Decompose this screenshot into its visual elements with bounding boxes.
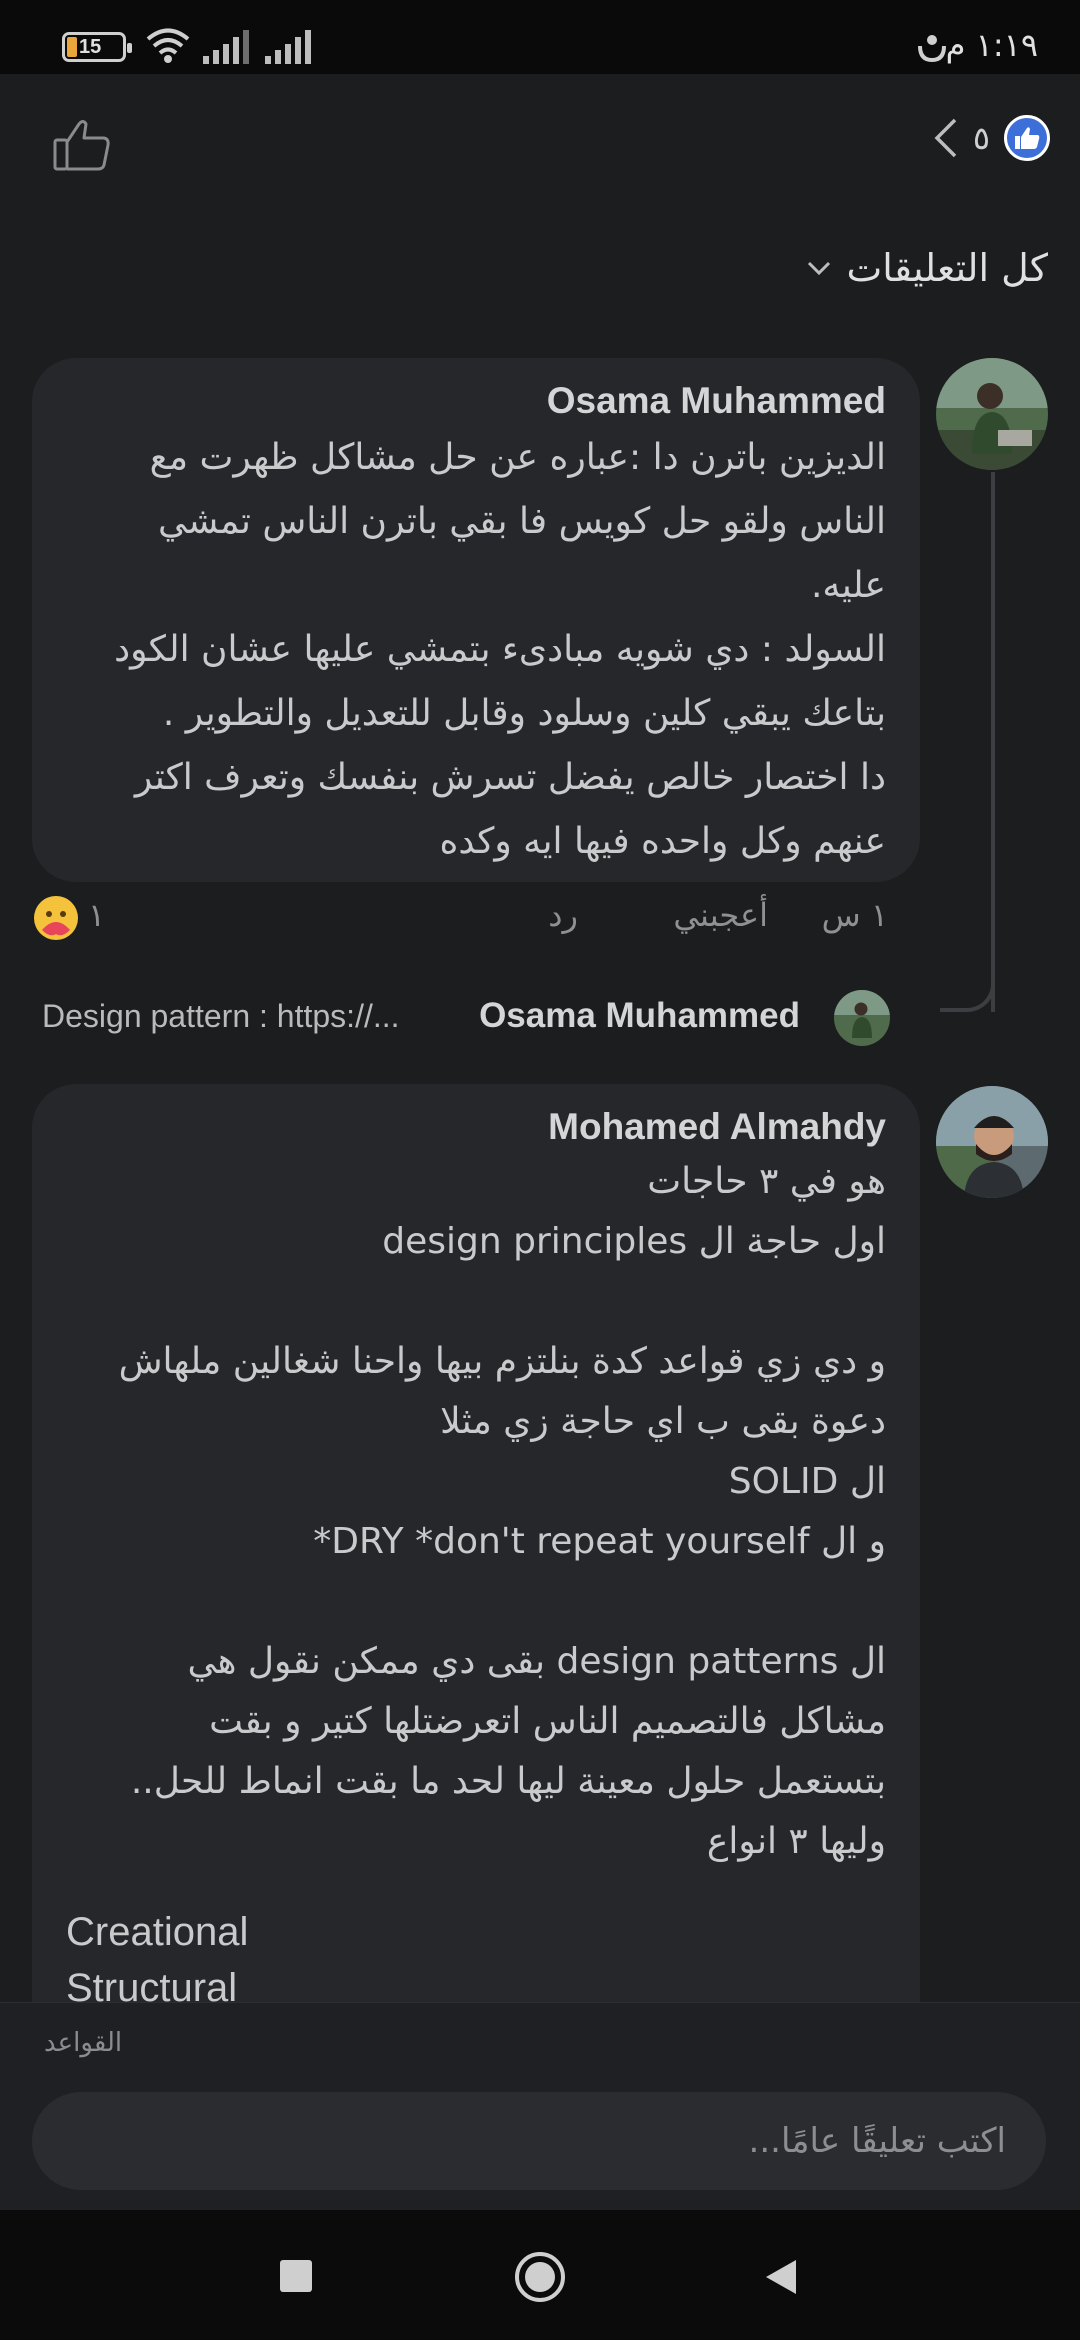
comment-time: ١ س <box>821 896 888 934</box>
like-badge-icon <box>1004 115 1050 161</box>
thread-connector <box>940 980 995 1012</box>
like-button[interactable]: أعجبني <box>673 896 768 934</box>
avatar-mohamed[interactable] <box>936 1086 1048 1198</box>
rules-link[interactable]: القواعد <box>44 2028 122 2058</box>
reply-preview[interactable]: Osama Muhammed Design pattern : https://… <box>32 990 890 1046</box>
status-bar: 15 ١:١٩ م <box>0 0 1080 74</box>
reaction-summary[interactable]: ٥ <box>933 115 1050 161</box>
comment-actions: ١ س أعجبني رد ١ <box>32 896 920 946</box>
home-button[interactable] <box>513 2250 567 2304</box>
signal-2-icon <box>265 30 315 64</box>
signal-1-icon <box>203 30 253 64</box>
reply-author: Osama Muhammed <box>479 996 800 1035</box>
battery-level: 15 <box>79 36 102 58</box>
thread-line <box>991 472 995 1012</box>
comment-body-2: هو في ٣ حاجات اول حاجة ال design princip… <box>118 1161 886 1862</box>
comments-filter[interactable]: كل التعليقات <box>806 246 1048 290</box>
comment-composer[interactable] <box>32 2092 1046 2190</box>
comment-input[interactable] <box>32 2092 1046 2190</box>
chevron-down-icon <box>808 261 831 276</box>
reaction-count: ٥ <box>972 119 990 157</box>
battery-icon: 15 <box>62 32 132 62</box>
reply-avatar <box>834 990 890 1046</box>
filter-label: كل التعليقات <box>846 246 1048 290</box>
comment-author[interactable]: Osama Muhammed <box>547 380 886 422</box>
care-reaction-icon[interactable] <box>32 894 80 942</box>
list-item: Creational <box>66 1910 249 1954</box>
comment-bubble-2[interactable]: Mohamed Almahdy هو في ٣ حاجات اول حاجة ا… <box>32 1084 920 2044</box>
recents-button[interactable] <box>280 2260 312 2292</box>
clock: ١:١٩ م <box>945 26 1038 64</box>
navigation-bar <box>0 2210 1080 2340</box>
wifi-icon <box>146 28 190 63</box>
pattern-types-list: Creational Structural <box>66 1904 248 2016</box>
comment-author-2[interactable]: Mohamed Almahdy <box>548 1106 886 1148</box>
reply-button[interactable]: رد <box>548 896 578 934</box>
comment-body: الديزين باترن دا :عباره عن حل مشاكل ظهرت… <box>114 437 886 862</box>
chevron-left-icon[interactable] <box>933 117 959 159</box>
avatar-osama[interactable] <box>936 358 1048 470</box>
notification-icon <box>918 35 946 63</box>
back-button[interactable] <box>764 2258 798 2296</box>
comment-reaction-count: ١ <box>88 896 106 934</box>
reply-preview-text: Design pattern : https://... <box>42 998 400 1034</box>
thumb-up-outline-icon[interactable] <box>52 118 112 172</box>
comment-bubble[interactable]: Osama Muhammed الديزين باترن دا :عباره ع… <box>32 358 920 882</box>
